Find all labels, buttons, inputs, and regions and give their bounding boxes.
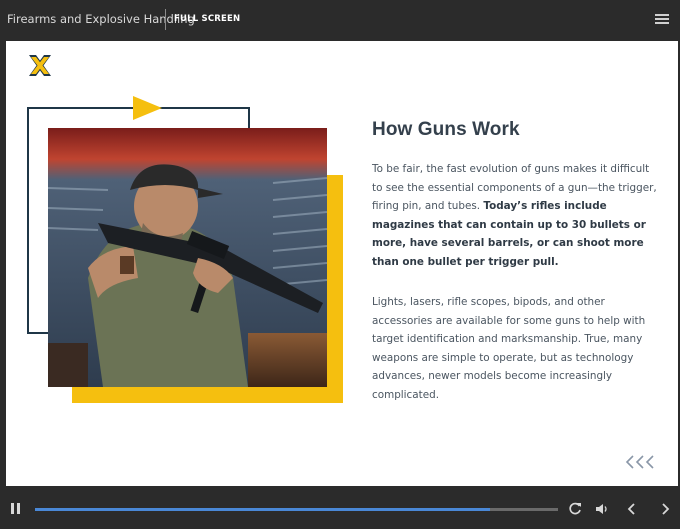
top-bar: Firearms and Explosive Handling FULL SCR…	[0, 0, 680, 40]
course-title: Firearms and Explosive Handling	[7, 12, 195, 26]
yellow-triangle-decoration	[133, 96, 162, 120]
progress-bar[interactable]	[35, 508, 558, 511]
progress-fill	[35, 508, 490, 511]
slide-content: How Guns Work To be fair, the fast evolu…	[6, 41, 678, 486]
next-icon[interactable]	[657, 501, 673, 517]
previous-icon[interactable]	[624, 501, 640, 517]
replay-icon[interactable]	[567, 501, 583, 517]
volume-icon[interactable]	[594, 501, 610, 517]
fullscreen-button[interactable]: FULL SCREEN	[174, 14, 240, 24]
brand-x-logo-icon	[29, 55, 51, 76]
slide-title: How Guns Work	[372, 119, 520, 140]
paragraph-2: Lights, lasers, rifle scopes, bipods, an…	[372, 296, 646, 401]
title-divider	[165, 9, 166, 30]
triple-chevron-left-icon[interactable]	[624, 454, 658, 470]
pause-icon[interactable]	[11, 503, 20, 514]
rifle-shooter-photo	[48, 128, 327, 387]
paragraph-1: To be fair, the fast evolution of guns m…	[372, 160, 657, 272]
player-controls-bar	[0, 491, 680, 529]
hamburger-menu-icon[interactable]	[655, 14, 669, 25]
